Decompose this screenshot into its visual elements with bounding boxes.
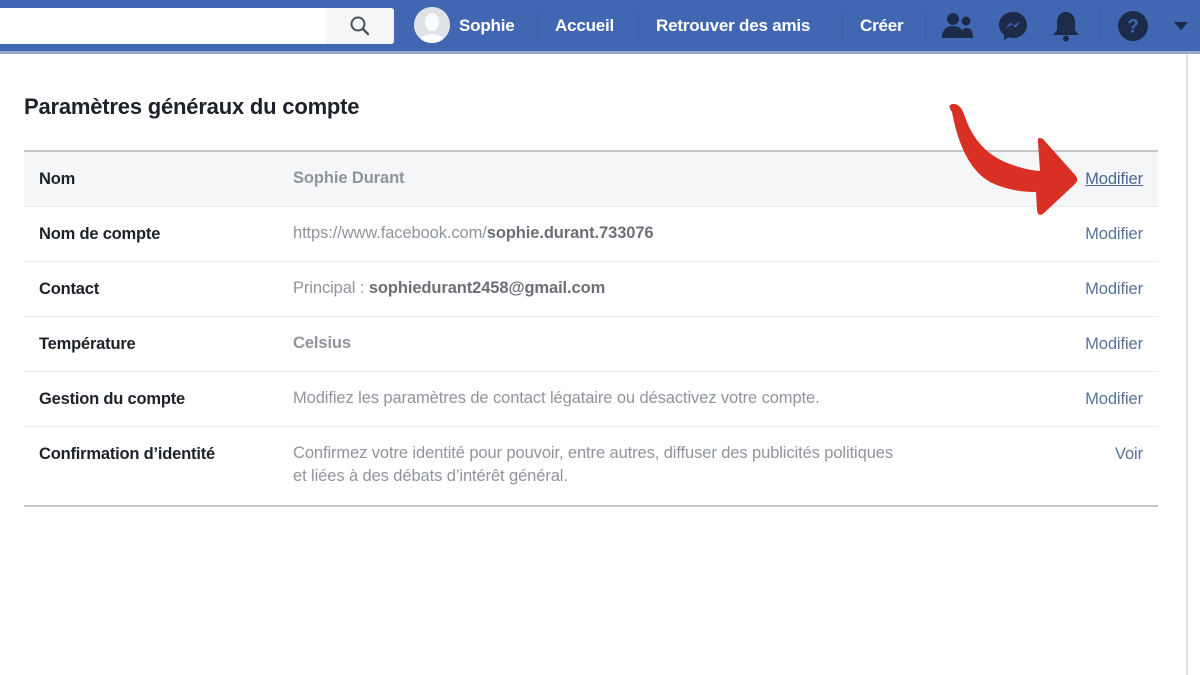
search-button[interactable] — [326, 8, 394, 44]
row-value: Celsius — [293, 334, 351, 352]
row-value-line-1: Confirmez votre identité pour pouvoir, e… — [293, 444, 893, 462]
account-menu-button[interactable] — [1166, 8, 1196, 44]
messenger-icon — [999, 12, 1027, 40]
edit-contact-link[interactable]: Modifier — [1085, 280, 1143, 299]
nav-separator — [638, 12, 639, 42]
contact-email: sophiedurant2458@gmail.com — [368, 279, 606, 297]
row-label: Confirmation d’identité — [39, 445, 215, 463]
nav-separator — [1100, 12, 1101, 42]
nav-link-home[interactable]: Accueil — [555, 0, 614, 54]
notifications-button[interactable] — [1048, 8, 1084, 44]
row-label: Température — [39, 335, 136, 353]
friends-icon — [942, 13, 973, 38]
nav-link-create[interactable]: Créer — [860, 0, 904, 54]
page-title: Paramètres généraux du compte — [24, 94, 360, 119]
red-annotation-arrow-icon — [949, 104, 1078, 215]
edit-username-link[interactable]: Modifier — [1085, 225, 1143, 244]
profile-username: sophie.durant.733076 — [486, 224, 654, 242]
top-navigation-bar: Sophie Accueil Retrouver des amis Créer … — [0, 0, 1200, 54]
svg-text:?: ? — [1127, 17, 1139, 38]
nav-link-find-friends[interactable]: Retrouver des amis — [656, 0, 810, 54]
messenger-button[interactable] — [995, 8, 1031, 44]
search-icon — [350, 16, 370, 36]
profile-url-prefix: https://www.facebook.com/ — [293, 224, 487, 242]
settings-row-contact[interactable]: Contact Principal : sophiedurant2458@gma… — [24, 262, 1158, 317]
row-label: Nom de compte — [39, 225, 161, 243]
search-input[interactable] — [4, 8, 324, 46]
row-value: Confirmez votre identité pour pouvoir, e… — [293, 442, 893, 488]
help-icon: ? — [1118, 11, 1148, 41]
row-label: Contact — [39, 280, 100, 298]
profile-link[interactable]: Sophie — [459, 0, 515, 54]
nav-separator — [842, 12, 843, 42]
notifications-bell-icon — [1053, 12, 1079, 42]
nav-separator — [537, 12, 538, 42]
settings-row-account-management[interactable]: Gestion du compte Modifiez les paramètre… — [24, 372, 1158, 427]
settings-row-temperature[interactable]: Température Celsius Modifier — [24, 317, 1158, 372]
row-value-line-2: et liées à des débats d’intérêt général. — [293, 467, 568, 485]
help-button[interactable]: ? — [1115, 8, 1151, 44]
default-avatar-icon — [414, 7, 450, 43]
search-box — [0, 8, 394, 46]
row-label: Nom — [39, 170, 76, 188]
edit-name-link[interactable]: Modifier — [1085, 170, 1143, 189]
edit-account-management-link[interactable]: Modifier — [1085, 390, 1143, 409]
row-label: Gestion du compte — [39, 390, 186, 408]
row-value: https://www.facebook.com/sophie.durant.7… — [293, 222, 654, 245]
dropdown-caret-icon — [1174, 22, 1188, 30]
row-value: Sophie Durant — [293, 169, 405, 187]
edit-temperature-link[interactable]: Modifier — [1085, 335, 1143, 354]
settings-row-identity-confirmation[interactable]: Confirmation d’identité Confirmez votre … — [24, 427, 1158, 505]
nav-separator — [925, 12, 926, 42]
row-value: Modifiez les paramètres de contact légat… — [293, 389, 820, 407]
contact-prefix: Principal : — [293, 279, 369, 297]
page-scrollbar-track[interactable] — [1186, 54, 1188, 675]
view-identity-confirmation-link[interactable]: Voir — [1115, 445, 1143, 464]
friend-requests-button[interactable] — [940, 8, 976, 44]
avatar[interactable] — [414, 7, 450, 43]
row-value: Principal : sophiedurant2458@gmail.com — [293, 277, 605, 300]
